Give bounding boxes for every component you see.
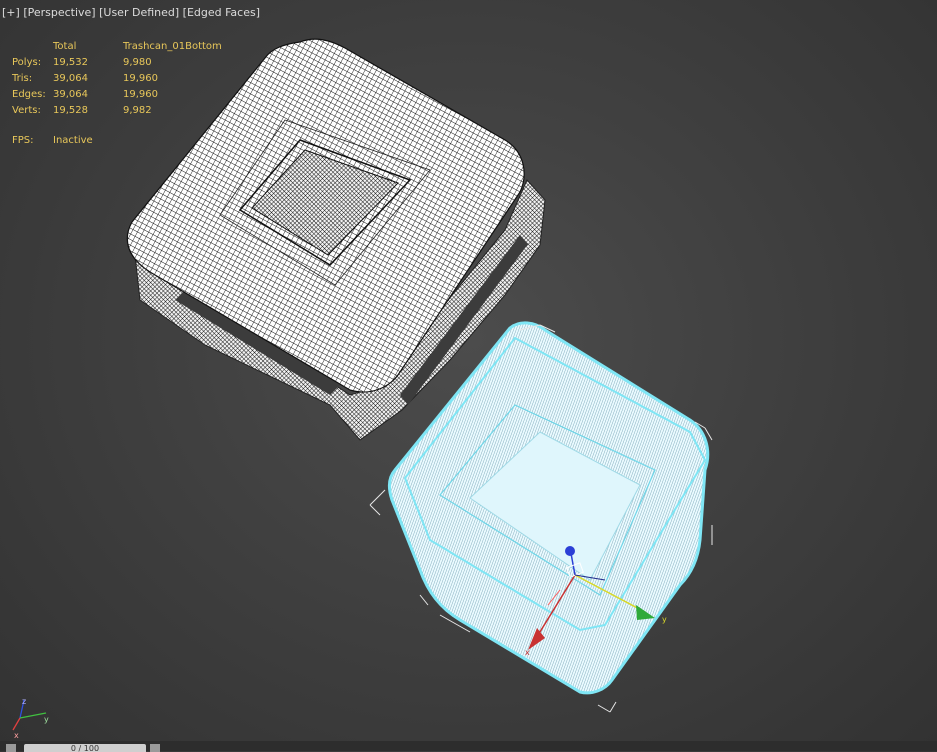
tripod-z-label: z <box>22 697 26 706</box>
gizmo-x-label: x <box>525 648 530 657</box>
axis-tripod: z y x <box>12 697 49 740</box>
tripod-y-label: y <box>44 715 49 724</box>
viewport-scene[interactable]: y x z y x <box>0 0 937 751</box>
gizmo-y-label: y <box>662 615 667 624</box>
gizmo-z-handle[interactable] <box>565 546 575 556</box>
tripod-x-label: x <box>14 731 19 740</box>
